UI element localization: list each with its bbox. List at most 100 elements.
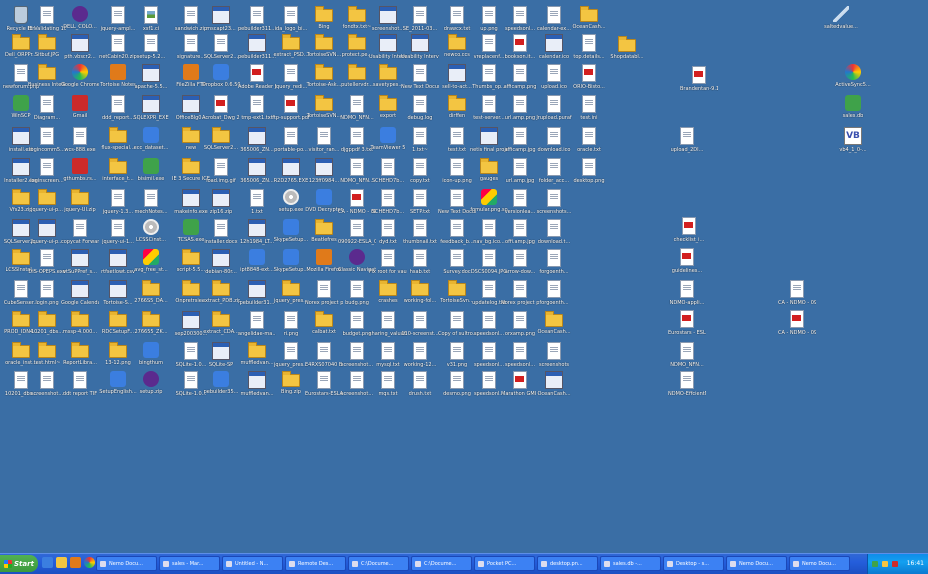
desktop-icon[interactable]: NDMO-EffcientMaxis... xyxy=(668,371,706,405)
desktop-icon[interactable]: forgoenth... xyxy=(535,280,573,314)
desktop-icon[interactable]: 2766S5_DA... xyxy=(132,280,170,314)
desktop-icon[interactable]: VB vb4_1_0-... xyxy=(834,127,872,161)
desktop-icon[interactable]: Adobe Reader 8.1.0.exe xyxy=(238,64,276,98)
desktop-icon[interactable]: 365006_ZN... xyxy=(238,158,276,192)
desktop-icon[interactable]: pebuilder31... xyxy=(238,280,276,314)
desktop-icon[interactable]: installer.docx xyxy=(202,219,240,253)
desktop-icon[interactable]: extract_CDA... xyxy=(202,311,240,345)
desktop-icon[interactable]: Gmail xyxy=(61,95,99,129)
explorer-icon[interactable] xyxy=(56,557,67,568)
desktop-icon[interactable]: calendar.ico xyxy=(535,34,573,68)
desktop-icon[interactable]: ActiveSync5... xyxy=(834,64,872,98)
desktop-icon[interactable]: SQLServer2... xyxy=(202,127,240,161)
desktop-icon[interactable]: afficamp.png xyxy=(501,64,539,98)
desktop-icon[interactable]: SQLEXPR_EXE xyxy=(132,95,170,129)
desktop-icon[interactable]: zip16.zip xyxy=(202,189,240,223)
desktop-icon[interactable]: 1.txt~ xyxy=(401,127,439,161)
desktop-icon[interactable]: ddt report TIF xyxy=(61,371,99,405)
clock[interactable]: 16:41 xyxy=(907,554,924,574)
desktop-icon[interactable]: LCSSCinst... xyxy=(132,219,170,253)
desktop-icon[interactable]: Google Calendar xyxy=(61,280,99,314)
desktop-icon[interactable]: Jrupload.puraf xyxy=(535,95,573,129)
desktop-icon[interactable]: avg_free_st... xyxy=(132,249,170,283)
desktop-icon[interactable]: mechNotes... xyxy=(132,189,170,223)
desktop-icon[interactable]: checklist_i... xyxy=(670,217,708,251)
desktop-icon[interactable]: Brandentan-9.11.pdf xyxy=(680,66,718,100)
desktop-icon[interactable]: NDMO-appli... xyxy=(668,280,706,314)
desktop-icon[interactable]: afficamp.jpg xyxy=(501,127,539,161)
desktop-icon[interactable]: ORIO-Bisto... xyxy=(570,64,608,98)
desktop-icon[interactable]: top.details... xyxy=(570,34,608,68)
desktop-icon[interactable]: guidelines... xyxy=(668,248,706,282)
taskbar-window-button[interactable]: Remote Des... xyxy=(285,556,346,571)
desktop-icon[interactable]: apache-5.5... xyxy=(132,64,170,98)
desktop-icon[interactable]: bisimil.exe xyxy=(132,158,170,192)
desktop-icon[interactable]: screenshots... xyxy=(535,189,573,223)
desktop-icon[interactable]: thumbnail.txt xyxy=(401,219,439,253)
desktop-icon[interactable]: copycat ForwardAt... xyxy=(61,219,99,253)
taskbar-window-button[interactable]: Pocket PC... xyxy=(474,556,535,571)
desktop-icon[interactable]: test.ini xyxy=(570,95,608,129)
taskbar-window-button[interactable]: sales - Mar... xyxy=(159,556,220,571)
security-icon[interactable] xyxy=(891,560,898,567)
desktop-icon[interactable]: 365006_ZN... xyxy=(238,127,276,161)
desktop-icon[interactable]: copy.txt xyxy=(401,158,439,192)
desktop-icon[interactable]: SETP.txt xyxy=(401,189,439,223)
network-icon[interactable] xyxy=(872,560,878,567)
desktop-icon[interactable]: Eurostars - ESLA-09... xyxy=(668,310,706,344)
desktop-icon[interactable]: url.amp.png xyxy=(501,95,539,129)
desktop-icon[interactable]: pebuilder35... xyxy=(202,371,240,405)
desktop-icon[interactable]: angelidae-ma... xyxy=(238,311,276,345)
desktop-icon[interactable]: drush.txt xyxy=(401,371,439,405)
desktop-icon[interactable]: Norex project plan.txt xyxy=(501,280,539,314)
desktop-icon[interactable]: New Text Document... xyxy=(401,64,439,98)
desktop-icon[interactable]: setup.zip xyxy=(132,371,170,405)
desktop-icon[interactable]: offi.amp.jpg xyxy=(501,219,539,253)
desktop-icon[interactable]: debian-80r... xyxy=(202,249,240,283)
desktop-icon[interactable]: folder_acc... xyxy=(535,158,573,192)
desktop-icon[interactable]: 12h1984_LT... xyxy=(238,219,276,253)
show-desktop-icon[interactable] xyxy=(42,557,53,568)
desktop-icon[interactable]: extract_PDB.zip xyxy=(202,280,240,314)
desktop-icon[interactable]: Google Chrome xyxy=(61,64,99,98)
desktop-icon[interactable]: forgoenth... xyxy=(535,249,573,283)
desktop-icon[interactable]: CA - NDMO - 090922 docx xyxy=(778,280,816,314)
desktop-icon[interactable]: bookson.it... xyxy=(501,34,539,68)
taskbar-window-button[interactable]: Untitled - N... xyxy=(222,556,283,571)
desktop-icon[interactable]: 110-screenst... xyxy=(401,311,439,345)
taskbar-window-button[interactable]: Nemo Docu... xyxy=(726,556,787,571)
desktop-icon[interactable]: ipt8848-ext... xyxy=(238,249,276,283)
taskbar-window-button[interactable]: C:\Docume... xyxy=(411,556,472,571)
desktop-icon[interactable]: load.img.gif xyxy=(202,158,240,192)
desktop-icon[interactable]: ecc_dataset... xyxy=(132,127,170,161)
desktop-icon[interactable]: debug.log xyxy=(401,95,439,129)
desktop-icon[interactable]: upload_2DI... xyxy=(668,127,706,161)
desktop-icon[interactable]: desktop.png xyxy=(570,158,608,192)
desktop-icon[interactable]: saltedvalue... xyxy=(822,6,860,40)
desktop-icon[interactable]: Dropbox 0.6.507.exe xyxy=(202,64,240,98)
volume-icon[interactable] xyxy=(881,560,888,567)
desktop-icon[interactable]: mssp-4.000... xyxy=(61,311,99,345)
desktop-icon[interactable]: orxamp.png xyxy=(501,311,539,345)
desktop-icon[interactable]: OceanCash... xyxy=(535,371,573,405)
desktop-icon[interactable]: oracle.txt xyxy=(570,127,608,161)
firefox-icon[interactable] xyxy=(70,557,81,568)
start-button[interactable]: Start xyxy=(0,555,38,572)
desktop-icon[interactable]: muffledvan... xyxy=(238,371,276,405)
desktop-icon[interactable]: download.ico xyxy=(535,127,573,161)
desktop-icon[interactable]: setup-5.2... xyxy=(132,34,170,68)
desktop-icon[interactable]: tmp-ext1.txt xyxy=(238,95,276,129)
desktop-icon[interactable]: wcs-888.exe xyxy=(61,127,99,161)
desktop-icon[interactable]: vtSuPPref_s... xyxy=(61,249,99,283)
taskbar-window-button[interactable]: Nemo Docu... xyxy=(789,556,850,571)
desktop-icon[interactable]: gthumbs.rs... xyxy=(61,158,99,192)
taskbar-window-button[interactable]: C:\Docume... xyxy=(348,556,409,571)
desktop-icon[interactable]: OceanCash... xyxy=(535,311,573,345)
desktop-icon[interactable]: 1.txt xyxy=(238,189,276,223)
desktop-icon[interactable]: url.amp.jpg xyxy=(501,158,539,192)
desktop-icon[interactable]: working-fol... xyxy=(401,280,439,314)
taskbar-window-button[interactable]: sales.db -... xyxy=(600,556,661,571)
taskbar-window-button[interactable]: Nemo Docu... xyxy=(96,556,157,571)
desktop-icon[interactable]: 276655_ZK... xyxy=(132,311,170,345)
desktop-icon[interactable]: jquery-UI.zip xyxy=(61,189,99,223)
